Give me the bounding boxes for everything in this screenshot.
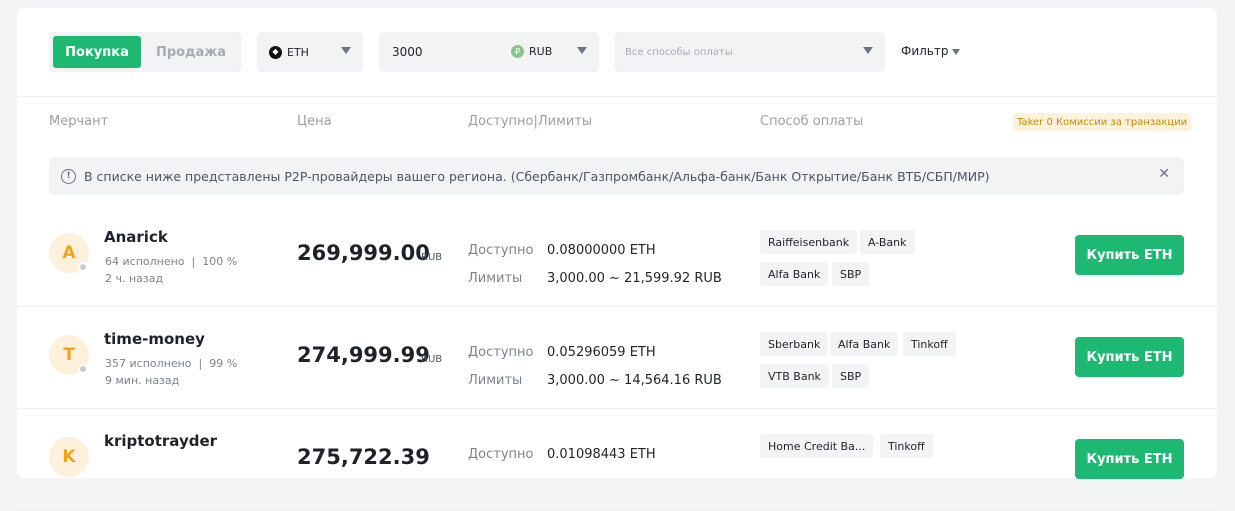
buy-eth-button[interactable]: Купить ETH bbox=[1075, 235, 1184, 275]
avatar[interactable]: K bbox=[49, 437, 89, 477]
amount-input[interactable]: 3000 ₽ RUB bbox=[379, 32, 599, 72]
merchant-stats: 64 исполнено | 100 % bbox=[105, 255, 238, 268]
amount-value: 3000 bbox=[392, 45, 423, 59]
price-value: 269,999.00 bbox=[297, 241, 430, 265]
limits-label: Лимиты bbox=[468, 373, 523, 388]
eth-icon: ◆ bbox=[269, 45, 282, 59]
fiat-select-label[interactable]: RUB bbox=[529, 45, 552, 58]
p2p-market-card: Покупка Продажа ◆ ETH 3000 ₽ RUB Все спо… bbox=[17, 8, 1217, 511]
payment-method-placeholder: Все способы оплаты bbox=[625, 46, 733, 58]
payment-tag: SBP bbox=[832, 364, 870, 388]
notice-text: В списке ниже представлены P2P-провайдер… bbox=[84, 168, 990, 184]
region-notice: ! В списке ниже представлены P2P-провайд… bbox=[49, 157, 1184, 195]
payment-tag: Tinkoff bbox=[880, 434, 933, 458]
buy-tab[interactable]: Покупка bbox=[53, 36, 141, 68]
available-label: Доступно bbox=[468, 243, 534, 258]
payment-tag: Alfa Bank bbox=[760, 262, 829, 286]
taker-fee-badge: Taker 0 Комиссии за транзакции bbox=[1013, 113, 1192, 131]
table-row: A Anarick 64 исполнено | 100 % 2 ч. наза… bbox=[17, 205, 1217, 307]
price-value: 274,999.99 bbox=[297, 343, 430, 367]
merchant-name[interactable]: time-money bbox=[104, 330, 205, 348]
column-header-merchant: Мерчант bbox=[49, 114, 109, 129]
available-value: 0.05296059 ETH bbox=[547, 345, 656, 360]
column-header-price: Цена bbox=[297, 114, 332, 129]
merchant-last-seen: 2 ч. назад bbox=[105, 272, 164, 285]
column-header-available-limits: Доступно|Лимиты bbox=[468, 114, 593, 129]
close-icon[interactable]: ✕ bbox=[1158, 167, 1170, 181]
buy-eth-button[interactable]: Купить ETH bbox=[1075, 337, 1184, 377]
merchant-name[interactable]: kriptotrayder bbox=[104, 432, 217, 450]
payment-tag: Alfa Bank bbox=[830, 332, 899, 356]
payment-tag: Home Credit Ba... bbox=[760, 434, 874, 458]
price-currency: RUB bbox=[421, 252, 443, 263]
filter-button[interactable]: Фильтр bbox=[901, 44, 961, 58]
table-row: K kriptotrayder 275,722.39 Доступно 0.01… bbox=[17, 409, 1217, 511]
coin-select-label: ETH bbox=[287, 45, 309, 59]
payment-tag: VTB Bank bbox=[760, 364, 829, 388]
price-currency: RUB bbox=[421, 354, 443, 365]
filter-label: Фильтр bbox=[901, 44, 949, 58]
table-row: T time-money 357 исполнено | 99 % 9 мин.… bbox=[17, 307, 1217, 409]
coin-select[interactable]: ◆ ETH bbox=[257, 32, 363, 72]
limits-value: 3,000.00 ~ 21,599.92 RUB bbox=[547, 271, 722, 286]
merchant-name[interactable]: Anarick bbox=[104, 228, 168, 246]
column-header-payment: Способ оплаты bbox=[760, 114, 864, 129]
info-icon: ! bbox=[61, 168, 76, 184]
price-value: 275,722.39 bbox=[297, 445, 430, 469]
available-label: Доступно bbox=[468, 345, 534, 360]
chevron-down-icon[interactable] bbox=[577, 47, 587, 54]
buy-eth-button[interactable]: Купить ETH bbox=[1075, 439, 1184, 479]
limits-label: Лимиты bbox=[468, 271, 523, 286]
available-value: 0.08000000 ETH bbox=[547, 243, 656, 258]
payment-tag: Raiffeisenbank bbox=[760, 230, 858, 254]
payment-tag: Sberbank bbox=[760, 332, 829, 356]
trade-side-toggle: Покупка Продажа bbox=[49, 32, 241, 72]
sell-tab[interactable]: Продажа bbox=[145, 36, 237, 68]
merchant-last-seen: 9 мин. назад bbox=[105, 374, 180, 387]
payment-tag: Tinkoff bbox=[903, 332, 956, 356]
online-status-dot bbox=[78, 364, 88, 374]
chevron-down-icon bbox=[341, 47, 351, 54]
merchant-stats: 357 исполнено | 99 % bbox=[105, 357, 238, 370]
payment-tag: A-Bank bbox=[860, 230, 915, 254]
chevron-down-icon bbox=[863, 47, 873, 54]
limits-value: 3,000.00 ~ 14,564.16 RUB bbox=[547, 373, 722, 388]
payment-method-select[interactable]: Все способы оплаты bbox=[615, 32, 885, 72]
filter-bar: Покупка Продажа ◆ ETH 3000 ₽ RUB Все спо… bbox=[17, 8, 1217, 97]
online-status-dot bbox=[78, 262, 88, 272]
payment-tag: SBP bbox=[832, 262, 870, 286]
filter-caret-icon bbox=[952, 48, 961, 55]
ruble-icon: ₽ bbox=[511, 45, 524, 58]
